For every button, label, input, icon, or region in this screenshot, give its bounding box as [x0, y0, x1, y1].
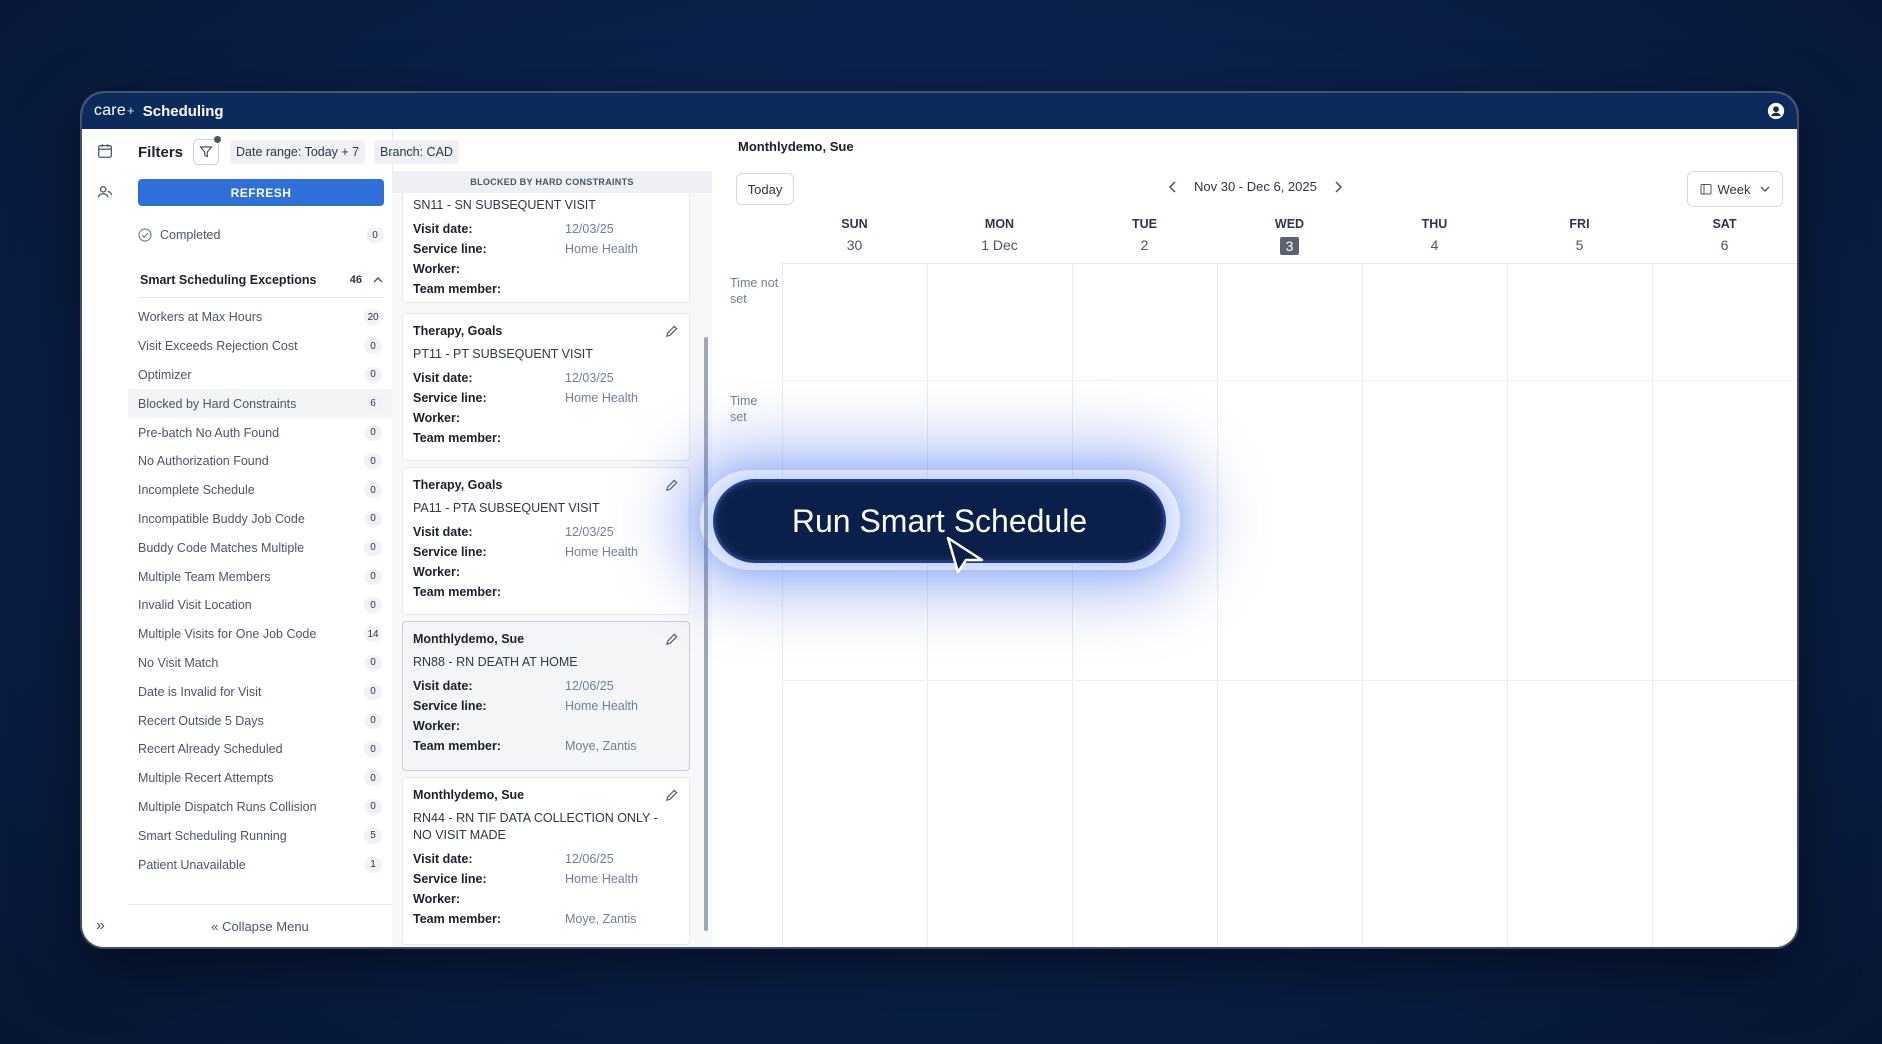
view-select[interactable]: Week — [1687, 171, 1783, 207]
calendar-grid[interactable] — [782, 263, 1797, 947]
day-column[interactable] — [1362, 264, 1507, 947]
exception-item[interactable]: Multiple Team Members 0 — [128, 562, 392, 591]
completed-filter[interactable]: Completed 0 — [138, 225, 384, 245]
exceptions-total: 46 — [349, 274, 362, 286]
exception-item[interactable]: No Authorization Found 0 — [128, 447, 392, 476]
exception-item[interactable]: Smart Scheduling Running 5 — [128, 821, 392, 850]
double-chevron-left-icon: « — [211, 918, 223, 934]
grid-line — [782, 380, 1797, 381]
exception-item[interactable]: Date is Invalid for Visit 0 — [128, 677, 392, 706]
check-circle-icon — [138, 228, 152, 242]
day-column[interactable] — [1652, 264, 1797, 947]
time-not-set-label: Time not set — [730, 276, 779, 306]
expand-rail-icon[interactable]: » — [96, 917, 105, 935]
time-set-label: Time set — [730, 394, 758, 424]
chevron-right-icon[interactable] — [1331, 180, 1345, 194]
collapse-menu-button[interactable]: « Collapse Menu — [128, 904, 392, 947]
day-header[interactable]: THU 4 — [1362, 217, 1507, 259]
exception-item[interactable]: Optimizer 0 — [128, 361, 392, 390]
chevron-left-icon[interactable] — [1166, 180, 1180, 194]
date-range-label: Nov 30 - Dec 6, 2025 — [1194, 179, 1317, 194]
filters-header: Filters — [138, 136, 222, 165]
edit-pencil-icon[interactable] — [664, 788, 679, 803]
visit-list-header: BLOCKED BY HARD CONSTRAINTS — [392, 171, 712, 193]
brand-logo: care+ — [94, 102, 135, 119]
visit-list-scrollbar[interactable] — [704, 337, 708, 931]
date-range-chip[interactable]: Date range: Today + 7 — [230, 140, 366, 164]
day-header[interactable]: SUN 30 — [782, 217, 927, 259]
patient-name: Monthlydemo, Sue — [738, 139, 854, 154]
app-title: Scheduling — [142, 102, 224, 120]
exception-item[interactable]: Multiple Recert Attempts 0 — [128, 764, 392, 793]
date-navigator: Nov 30 - Dec 6, 2025 — [1152, 179, 1359, 194]
day-header[interactable]: FRI 5 — [1507, 217, 1652, 259]
title-bar: care+ Scheduling — [82, 93, 1797, 129]
visit-card[interactable]: Monthlydemo, Sue RN44 - RN TIF DATA COLL… — [402, 777, 690, 945]
exception-item[interactable]: Pre-batch No Auth Found 0 — [128, 418, 392, 447]
day-column[interactable] — [927, 264, 1072, 947]
visit-list: BLOCKED BY HARD CONSTRAINTS SN11 - SN SU… — [392, 171, 712, 947]
view-label: Week — [1717, 181, 1751, 197]
user-account-icon[interactable] — [1767, 102, 1785, 120]
exception-item[interactable]: Multiple Visits for One Job Code 14 — [128, 620, 392, 649]
visit-card-selected[interactable]: Monthlydemo, Sue RN88 - RN DEATH AT HOME… — [402, 621, 690, 771]
visit-card[interactable]: SN11 - SN SUBSEQUENT VISIT Visit date: 12… — [402, 193, 690, 303]
filter-funnel-button[interactable] — [193, 136, 222, 165]
completed-count: 0 — [366, 227, 384, 243]
day-header-today[interactable]: WED 3 — [1217, 217, 1362, 259]
exception-item[interactable]: Incomplete Schedule 0 — [128, 476, 392, 505]
day-header[interactable]: SAT 6 — [1652, 217, 1797, 259]
calendar-icon[interactable] — [96, 142, 114, 160]
exceptions-list: Workers at Max Hours 20 Visit Exceeds Rej… — [128, 303, 392, 879]
visit-card[interactable]: Therapy, Goals PT11 - PT SUBSEQUENT VISI… — [402, 313, 690, 461]
grid-line — [782, 680, 1797, 681]
day-column[interactable] — [782, 264, 927, 947]
branch-chip[interactable]: Branch: CAD — [374, 140, 459, 164]
exception-item[interactable]: Visit Exceeds Rejection Cost 0 — [128, 332, 392, 361]
chevron-down-icon — [1760, 186, 1769, 192]
exceptions-title: Smart Scheduling Exceptions — [140, 273, 317, 287]
left-rail: » — [82, 129, 129, 947]
users-icon[interactable] — [96, 183, 114, 201]
day-header[interactable]: TUE 2 — [1072, 217, 1217, 259]
day-column[interactable] — [1507, 264, 1652, 947]
run-smart-schedule-button[interactable]: Run Smart Schedule — [713, 479, 1166, 563]
today-button[interactable]: Today — [736, 173, 794, 205]
mouse-pointer-icon — [946, 536, 984, 574]
exception-item[interactable]: Recert Already Scheduled 0 — [128, 735, 392, 764]
refresh-button[interactable]: REFRESH — [138, 179, 384, 206]
exceptions-section-header[interactable]: Smart Scheduling Exceptions 46 — [140, 269, 384, 291]
completed-label: Completed — [160, 228, 221, 242]
exception-item[interactable]: No Visit Match 0 — [128, 649, 392, 678]
filters-title: Filters — [138, 143, 184, 161]
exception-item[interactable]: Invalid Visit Location 0 — [128, 591, 392, 620]
day-column[interactable] — [1217, 264, 1362, 947]
filter-active-dot — [214, 136, 222, 143]
exception-item[interactable]: Multiple Dispatch Runs Collision 0 — [128, 793, 392, 822]
day-header[interactable]: MON 1 Dec — [927, 217, 1072, 259]
funnel-icon — [199, 146, 213, 158]
edit-pencil-icon[interactable] — [664, 324, 679, 339]
exception-item-selected[interactable]: Blocked by Hard Constraints 6 — [128, 389, 392, 419]
exception-item[interactable]: Recert Outside 5 Days 0 — [128, 706, 392, 735]
exception-item[interactable]: Patient Unavailable 1 — [128, 850, 392, 879]
day-column[interactable] — [1072, 264, 1217, 947]
edit-pencil-icon[interactable] — [664, 632, 679, 647]
divider — [138, 297, 384, 298]
exception-item[interactable]: Workers at Max Hours 20 — [128, 303, 392, 332]
calendar-view-icon — [1700, 184, 1711, 195]
exception-item[interactable]: Incompatible Buddy Job Code 0 — [128, 505, 392, 534]
visit-card[interactable]: Therapy, Goals PA11 - PTA SUBSEQUENT VIS… — [402, 467, 690, 615]
filter-panel: Filters REFRESH Completed 0 Smart Schedu… — [128, 129, 393, 947]
day-headers: SUN 30 MON 1 Dec TUE 2 WED 3 THU 4 FRI 5 SAT 6 — [782, 217, 1797, 259]
edit-pencil-icon[interactable] — [664, 478, 679, 493]
exception-item[interactable]: Buddy Code Matches Multiple 0 — [128, 533, 392, 562]
chevron-up-icon[interactable] — [372, 274, 384, 286]
